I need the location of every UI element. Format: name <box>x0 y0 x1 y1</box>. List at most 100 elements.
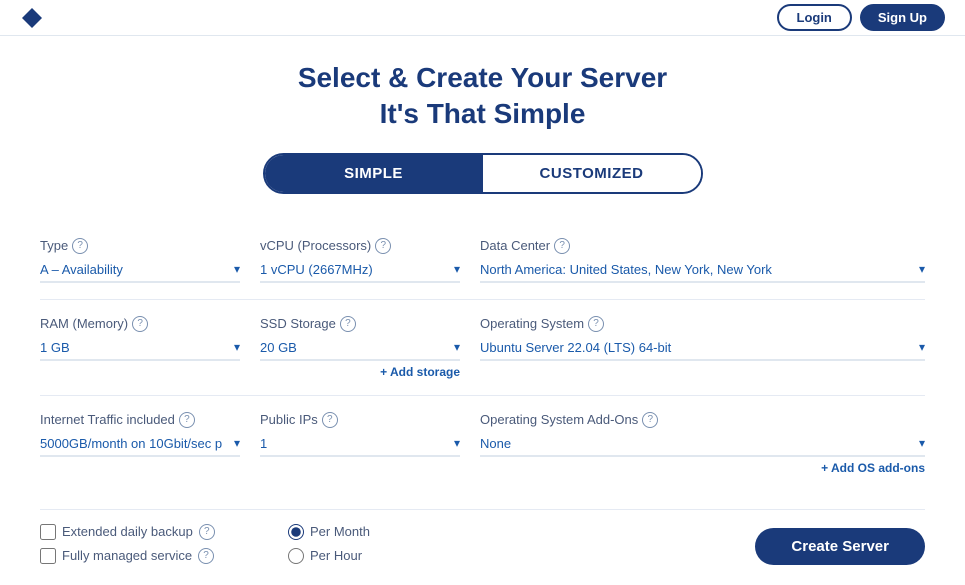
os-addons-value: None <box>480 436 511 451</box>
per-hour-label: Per Hour <box>310 548 362 563</box>
top-bar-actions: Login Sign Up <box>777 4 946 31</box>
datacenter-label: Data Center <box>480 238 550 253</box>
type-value: A – Availability <box>40 262 123 277</box>
config-row-3: Internet Traffic included ? 5000GB/month… <box>40 396 925 491</box>
vcpu-help-icon[interactable]: ? <box>375 238 391 254</box>
per-hour-item: Per Hour <box>288 548 370 564</box>
managed-service-label: Fully managed service <box>62 548 192 563</box>
datacenter-value: North America: United States, New York, … <box>480 262 772 277</box>
ram-select[interactable]: 1 GB ▾ <box>40 336 240 361</box>
tab-container: SIMPLE CUSTOMIZED <box>263 153 703 194</box>
ram-field: RAM (Memory) ? 1 GB ▾ <box>40 306 240 371</box>
extended-backup-item: Extended daily backup ? <box>40 524 260 540</box>
main-content: Select & Create Your Server It's That Si… <box>0 36 965 585</box>
public-ips-chevron-icon: ▾ <box>454 436 460 450</box>
tab-customized[interactable]: CUSTOMIZED <box>483 155 701 192</box>
tab-simple[interactable]: SIMPLE <box>265 155 483 192</box>
per-month-item: Per Month <box>288 524 370 540</box>
signup-button[interactable]: Sign Up <box>860 4 945 31</box>
type-field: Type ? A – Availability ▾ <box>40 228 240 293</box>
bottom-right: Per Month Per Hour Create Server <box>268 524 925 565</box>
per-month-radio[interactable] <box>288 524 304 540</box>
vcpu-value: 1 vCPU (2667MHz) <box>260 262 373 277</box>
managed-service-help-icon[interactable]: ? <box>198 548 214 564</box>
create-server-button[interactable]: Create Server <box>755 528 925 565</box>
ram-cell: RAM (Memory) ? 1 GB ▾ <box>40 306 260 389</box>
ssd-value: 20 GB <box>260 340 297 355</box>
os-addons-help-icon[interactable]: ? <box>642 412 658 428</box>
ssd-field: SSD Storage ? 20 GB ▾ + Add storage <box>260 306 460 389</box>
traffic-value: 5000GB/month on 10Gbit/sec p <box>40 436 222 451</box>
add-os-row: + Add OS add-ons <box>480 461 925 475</box>
per-month-label: Per Month <box>310 524 370 539</box>
os-addons-select[interactable]: None ▾ <box>480 432 925 457</box>
public-ips-select[interactable]: 1 ▾ <box>260 432 460 457</box>
vcpu-field: vCPU (Processors) ? 1 vCPU (2667MHz) ▾ <box>260 228 460 293</box>
ssd-label: SSD Storage <box>260 316 336 331</box>
page-title-line2: It's That Simple <box>380 98 586 129</box>
datacenter-field: Data Center ? North America: United Stat… <box>480 228 925 293</box>
traffic-field: Internet Traffic included ? 5000GB/month… <box>40 402 240 467</box>
os-value: Ubuntu Server 22.04 (LTS) 64-bit <box>480 340 671 355</box>
type-chevron-icon: ▾ <box>234 262 240 276</box>
os-chevron-icon: ▾ <box>919 340 925 354</box>
ssd-select[interactable]: 20 GB ▾ <box>260 336 460 361</box>
page-title: Select & Create Your Server It's That Si… <box>40 60 925 133</box>
vcpu-label: vCPU (Processors) <box>260 238 371 253</box>
datacenter-help-icon[interactable]: ? <box>554 238 570 254</box>
public-ips-value: 1 <box>260 436 267 451</box>
traffic-select[interactable]: 5000GB/month on 10Gbit/sec p ▾ <box>40 432 240 457</box>
type-label-row: Type ? <box>40 238 240 254</box>
ssd-help-icon[interactable]: ? <box>340 316 356 332</box>
top-bar: Login Sign Up <box>0 0 965 36</box>
login-button[interactable]: Login <box>777 4 852 31</box>
os-field: Operating System ? Ubuntu Server 22.04 (… <box>480 306 925 371</box>
public-ips-label-row: Public IPs ? <box>260 412 460 428</box>
ram-value: 1 GB <box>40 340 70 355</box>
logo <box>20 6 44 30</box>
billing-radio-group: Per Month Per Hour <box>268 524 370 564</box>
type-label: Type <box>40 238 68 253</box>
page-title-line1: Select & Create Your Server <box>298 62 667 93</box>
traffic-chevron-icon: ▾ <box>234 436 240 450</box>
os-addons-cell: Operating System Add-Ons ? None ▾ + Add … <box>480 402 925 485</box>
ram-label-row: RAM (Memory) ? <box>40 316 240 332</box>
vcpu-label-row: vCPU (Processors) ? <box>260 238 460 254</box>
type-help-icon[interactable]: ? <box>72 238 88 254</box>
extended-backup-label: Extended daily backup <box>62 524 193 539</box>
os-label: Operating System <box>480 316 584 331</box>
os-cell: Operating System ? Ubuntu Server 22.04 (… <box>480 306 925 389</box>
managed-service-checkbox[interactable] <box>40 548 56 564</box>
public-ips-help-icon[interactable]: ? <box>322 412 338 428</box>
ram-chevron-icon: ▾ <box>234 340 240 354</box>
vcpu-select[interactable]: 1 vCPU (2667MHz) ▾ <box>260 258 460 283</box>
datacenter-label-row: Data Center ? <box>480 238 925 254</box>
ssd-cell: SSD Storage ? 20 GB ▾ + Add storage <box>260 306 480 389</box>
add-storage-row: + Add storage <box>260 365 460 379</box>
vcpu-cell: vCPU (Processors) ? 1 vCPU (2667MHz) ▾ <box>260 228 480 293</box>
add-os-link[interactable]: + Add OS add-ons <box>821 461 925 475</box>
type-cell: Type ? A – Availability ▾ <box>40 228 260 293</box>
config-row-1: Type ? A – Availability ▾ vCPU (Processo… <box>40 222 925 300</box>
traffic-help-icon[interactable]: ? <box>179 412 195 428</box>
extended-backup-checkbox[interactable] <box>40 524 56 540</box>
os-addons-field: Operating System Add-Ons ? None ▾ + Add … <box>480 402 925 485</box>
ssd-chevron-icon: ▾ <box>454 340 460 354</box>
type-select[interactable]: A – Availability ▾ <box>40 258 240 283</box>
checkbox-group: Extended daily backup ? Fully managed se… <box>40 524 260 565</box>
os-help-icon[interactable]: ? <box>588 316 604 332</box>
managed-service-item: Fully managed service ? <box>40 548 260 564</box>
tab-switcher: SIMPLE CUSTOMIZED <box>40 153 925 194</box>
ram-help-icon[interactable]: ? <box>132 316 148 332</box>
datacenter-select[interactable]: North America: United States, New York, … <box>480 258 925 283</box>
os-select[interactable]: Ubuntu Server 22.04 (LTS) 64-bit ▾ <box>480 336 925 361</box>
ram-label: RAM (Memory) <box>40 316 128 331</box>
os-label-row: Operating System ? <box>480 316 925 332</box>
extended-backup-help-icon[interactable]: ? <box>199 524 215 540</box>
os-addons-chevron-icon: ▾ <box>919 436 925 450</box>
add-storage-link[interactable]: + Add storage <box>380 365 460 379</box>
config-section: Type ? A – Availability ▾ vCPU (Processo… <box>40 222 925 491</box>
vcpu-chevron-icon: ▾ <box>454 262 460 276</box>
per-hour-radio[interactable] <box>288 548 304 564</box>
logo-icon <box>20 6 44 30</box>
